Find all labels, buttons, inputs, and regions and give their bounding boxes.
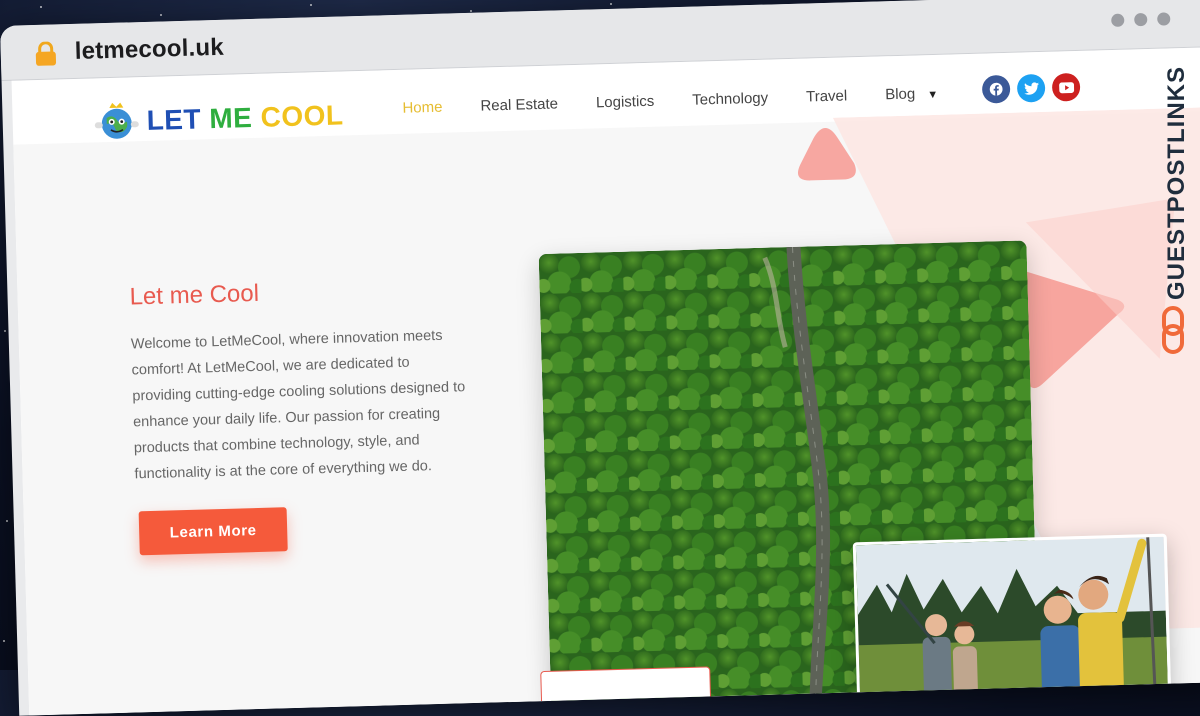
bottom-card (540, 666, 712, 716)
social-links (981, 72, 1081, 104)
site-logo[interactable]: LET ME COOL (92, 95, 344, 142)
logo-word-cool: COOL (260, 99, 344, 133)
watermark-text: GUESTPOSTLINKS (1163, 66, 1190, 300)
nav-blog-label: Blog (884, 85, 916, 104)
window-dot[interactable] (1111, 13, 1125, 27)
chevron-down-icon: ▼ (927, 88, 939, 102)
nav-real-estate[interactable]: Real Estate (480, 95, 558, 114)
hero-description: Welcome to LetMeCool, where innovation m… (130, 327, 466, 483)
nav-technology[interactable]: Technology (692, 90, 768, 109)
hero-title: Let me Cool (129, 279, 260, 311)
window-dot[interactable] (1157, 12, 1171, 26)
web-page: LET ME COOL Home Real Estate Logistics T… (11, 47, 1200, 716)
nav-blog[interactable]: Blog ▼ (885, 85, 938, 103)
nav-travel[interactable]: Travel (806, 87, 848, 105)
lock-icon (35, 41, 57, 66)
guestpostlinks-watermark: GUESTPOSTLINKS (1162, 66, 1190, 354)
main-nav: Home Real Estate Logistics Technology Tr… (402, 85, 938, 117)
learn-more-button[interactable]: Learn More (138, 507, 288, 556)
window-dot[interactable] (1134, 12, 1148, 27)
url-text[interactable]: letmecool.uk (74, 34, 224, 66)
window-controls (1111, 12, 1171, 27)
logo-text: LET ME COOL (146, 99, 344, 136)
twitter-icon[interactable] (1016, 73, 1046, 103)
logo-word-let: LET (146, 103, 202, 136)
hikers-image (852, 533, 1173, 716)
youtube-icon[interactable] (1051, 72, 1081, 102)
logo-word-me: ME (208, 101, 253, 135)
browser-window: letmecool.uk LET ME COOL Home Real Estat… (0, 0, 1200, 716)
nav-logistics[interactable]: Logistics (596, 93, 655, 112)
facebook-icon[interactable] (981, 74, 1011, 104)
globe-mascot-icon (94, 102, 139, 139)
link-icon (1162, 306, 1184, 354)
nav-home[interactable]: Home (402, 99, 442, 117)
